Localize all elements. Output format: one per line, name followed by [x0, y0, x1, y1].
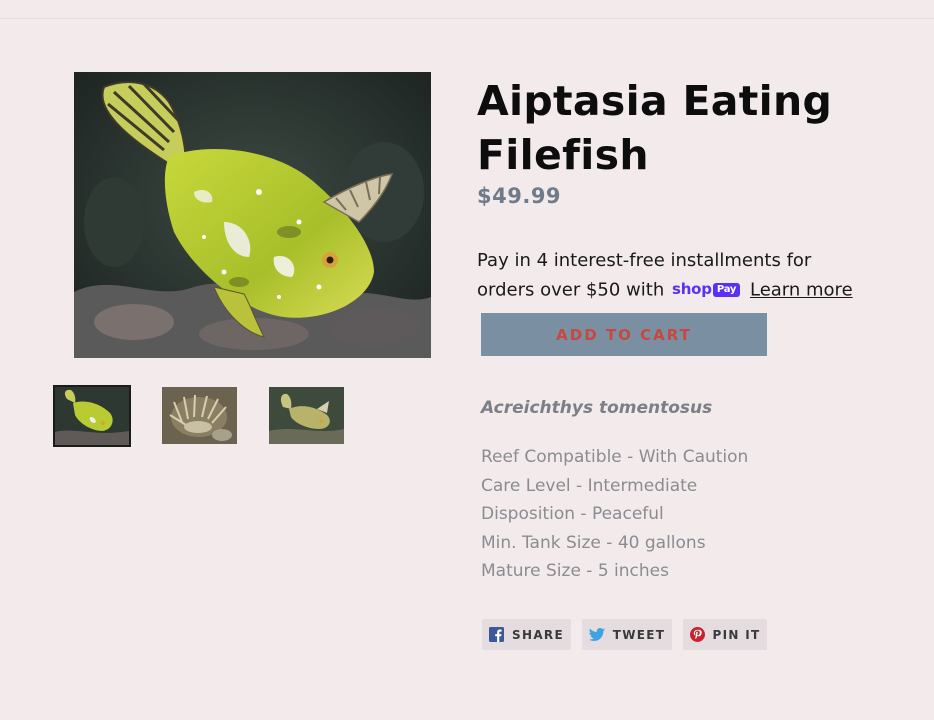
installments-line-2: orders over $50 with	[477, 279, 665, 301]
tweet-label: TWEET	[612, 627, 666, 642]
filefish-photo	[74, 72, 431, 358]
shop-pay-shop-text: shop	[671, 280, 712, 298]
product-title: Aiptasia Eating Filefish	[477, 77, 833, 179]
tweet-button[interactable]: TWEET	[582, 619, 672, 650]
header-divider	[0, 18, 934, 19]
twitter-icon	[588, 628, 605, 641]
thumbnail-filefish-side-image	[269, 387, 344, 444]
installments-message: Pay in 4 interest-free installments for …	[477, 246, 897, 306]
pin-it-button[interactable]: PIN IT	[683, 619, 767, 650]
share-facebook-button[interactable]: SHARE	[482, 619, 571, 650]
learn-more-link[interactable]: Learn more	[750, 280, 853, 301]
thumbnail-anemone-image	[162, 387, 237, 444]
product-price: $49.99	[477, 184, 562, 208]
product-specs-list: Reef Compatible - With Caution Care Leve…	[481, 443, 748, 586]
scientific-name: Acreichthys tomentosus	[481, 398, 713, 418]
shop-pay-pay-badge: Pay	[712, 282, 741, 297]
facebook-icon	[489, 627, 505, 642]
thumbnail-3[interactable]	[269, 387, 344, 444]
add-to-cart-button[interactable]: ADD TO CART	[481, 313, 767, 356]
thumbnail-filefish-image	[55, 387, 129, 445]
spec-care-level: Care Level - Intermediate	[481, 475, 698, 496]
shop-pay-logo: shop Pay	[671, 275, 741, 304]
pinterest-icon	[689, 627, 705, 642]
thumbnail-1[interactable]	[53, 385, 131, 447]
pin-it-label: PIN IT	[712, 627, 761, 642]
spec-mature-size: Mature Size - 5 inches	[481, 561, 669, 582]
spec-reef-compatible: Reef Compatible - With Caution	[481, 447, 749, 467]
spec-min-tank-size: Min. Tank Size - 40 gallons	[481, 532, 706, 553]
installments-line-1: Pay in 4 interest-free installments for	[477, 250, 812, 271]
main-product-image[interactable]	[74, 72, 431, 358]
product-page: Aiptasia Eating Filefish $49.99 Pay in 4…	[0, 0, 934, 720]
thumbnail-2[interactable]	[162, 387, 237, 444]
share-label: SHARE	[512, 627, 564, 642]
spec-disposition: Disposition - Peaceful	[481, 504, 664, 525]
